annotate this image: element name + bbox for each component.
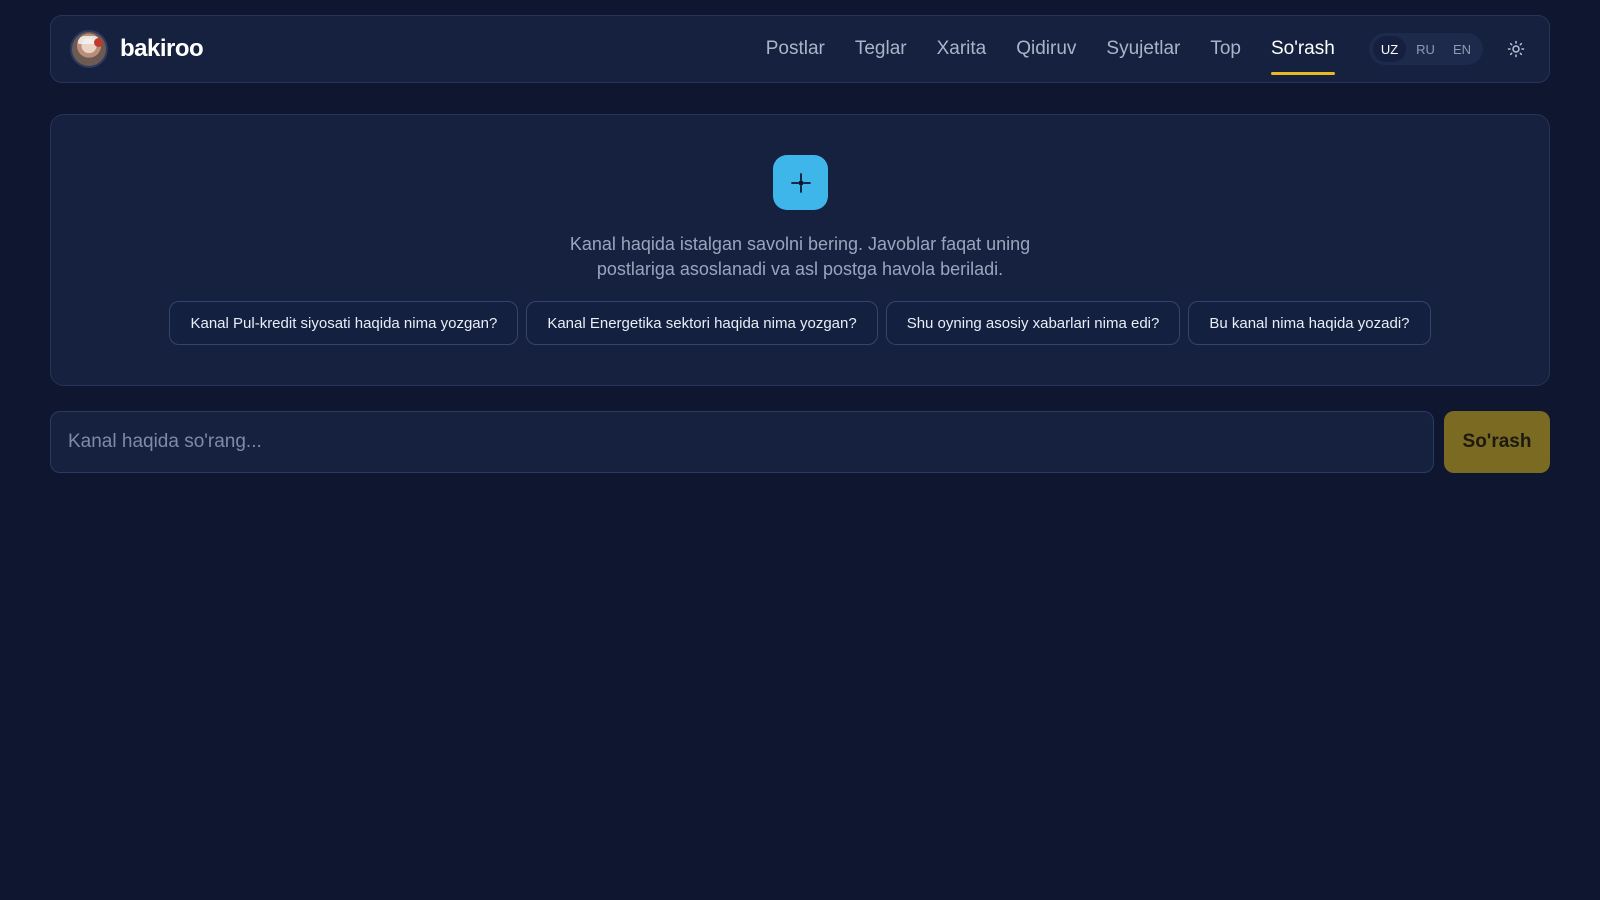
- sun-icon: [1507, 40, 1525, 58]
- suggestion-chip[interactable]: Bu kanal nima haqida yozadi?: [1188, 301, 1431, 345]
- intro-line-1: Kanal haqida istalgan savolni bering. Ja…: [569, 234, 1031, 254]
- lang-en-button[interactable]: EN: [1445, 36, 1479, 62]
- suggestion-chip[interactable]: Shu oyning asosiy xabarlari nima edi?: [885, 301, 1181, 345]
- ask-submit-button[interactable]: So'rash: [1444, 411, 1550, 473]
- sparkle-icon: [790, 172, 811, 193]
- nav-item-xarita[interactable]: Xarita: [937, 16, 987, 82]
- brand-name: bakiroo: [120, 35, 204, 62]
- suggestion-chip[interactable]: Kanal Energetika sektori haqida nima yoz…: [526, 301, 878, 345]
- nav-item-postlar[interactable]: Postlar: [766, 16, 825, 82]
- nav-item-sorash[interactable]: So'rash: [1270, 16, 1335, 82]
- nav-item-top[interactable]: Top: [1210, 16, 1241, 82]
- theme-toggle-button[interactable]: [1501, 34, 1531, 64]
- ask-intro-panel: Kanal haqida istalgan savolni bering. Ja…: [50, 114, 1550, 386]
- ask-form: So'rash: [50, 411, 1550, 473]
- intro-text: Kanal haqida istalgan savolni bering. Ja…: [51, 232, 1549, 282]
- nav-item-syujetlar[interactable]: Syujetlar: [1106, 16, 1180, 82]
- nav-item-qidiruv[interactable]: Qidiruv: [1016, 16, 1076, 82]
- avatar: [70, 30, 108, 68]
- ask-input[interactable]: [50, 411, 1434, 473]
- language-switcher: UZ RU EN: [1368, 33, 1483, 65]
- lang-uz-button[interactable]: UZ: [1372, 36, 1407, 62]
- sparkle-badge: [773, 155, 828, 210]
- nav-item-teglar[interactable]: Teglar: [855, 16, 907, 82]
- suggestion-chip[interactable]: Kanal Pul-kredit siyosati haqida nima yo…: [169, 301, 519, 345]
- suggestion-list: Kanal Pul-kredit siyosati haqida nima yo…: [51, 301, 1549, 345]
- brand[interactable]: bakiroo: [70, 30, 204, 68]
- top-header: bakiroo Postlar Teglar Xarita Qidiruv Sy…: [50, 15, 1550, 83]
- main-nav: Postlar Teglar Xarita Qidiruv Syujetlar …: [736, 16, 1531, 82]
- intro-line-2: postlariga asoslanadi va asl postga havo…: [596, 259, 1004, 279]
- lang-ru-button[interactable]: RU: [1408, 36, 1443, 62]
